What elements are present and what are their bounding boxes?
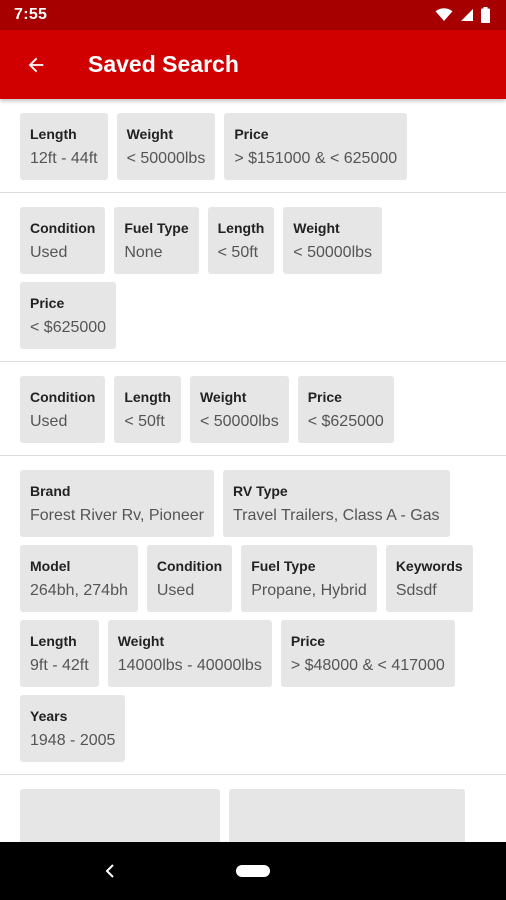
filter-value: Travel Trailers, Class A - Gas [232, 507, 440, 524]
filter-chip[interactable]: Price > $151000 & < 625000 [224, 113, 408, 180]
saved-search-item[interactable]: Length 12ft - 44ft Weight < 50000lbs Price… [0, 99, 506, 193]
filter-label: Weight [293, 220, 340, 236]
filter-value: < 50000lbs [126, 150, 206, 167]
filter-chip[interactable]: Price < $625000 [297, 376, 394, 443]
filter-label: Weight [126, 126, 173, 142]
filter-value: None [124, 244, 163, 261]
filter-chip[interactable]: Length < 50ft [114, 376, 181, 443]
filter-value: < 50ft [124, 413, 165, 430]
filter-chip[interactable]: Fuel Type None [114, 207, 199, 274]
filter-label: Weight [117, 633, 165, 649]
filter-value: Used [156, 582, 195, 599]
filter-value: 14000lbs - 40000lbs [117, 657, 262, 674]
filter-value: 1948 - 2005 [30, 732, 116, 749]
filter-value: < $625000 [307, 413, 384, 430]
filter-label: Condition [30, 389, 96, 405]
filter-label: RV Type [232, 483, 288, 499]
filter-chip[interactable] [20, 789, 220, 842]
arrow-left-icon [28, 57, 44, 72]
filter-chip[interactable]: Price > $48000 & < 417000 [280, 620, 455, 687]
filter-value: > $151000 & < 625000 [234, 150, 398, 167]
filter-label: Length [30, 126, 77, 142]
filter-label: Price [234, 126, 269, 142]
wifi-icon [435, 8, 453, 21]
filter-chip[interactable]: Keywords Sdsdf [385, 545, 473, 612]
filter-value: < 50ft [217, 244, 259, 261]
filter-label: Price [307, 389, 342, 405]
filter-label: Length [124, 389, 171, 405]
filter-value: Propane, Hybrid [251, 582, 367, 599]
filter-chip[interactable]: Years 1948 - 2005 [20, 695, 126, 762]
filter-chip[interactable]: Weight < 50000lbs [116, 113, 216, 180]
filter-label: Length [30, 633, 77, 649]
filter-chip[interactable]: Brand Forest River Rv, Pioneer [20, 470, 214, 537]
filter-label: Years [30, 708, 68, 724]
saved-search-list: Length 12ft - 44ft Weight < 50000lbs Price… [0, 99, 506, 842]
filter-chip[interactable]: Length 9ft - 42ft [20, 620, 99, 687]
filter-label: Brand [30, 483, 71, 499]
filter-value: Used [30, 244, 68, 261]
filter-label: Condition [156, 558, 223, 574]
nav-home-button[interactable] [236, 865, 270, 877]
chevron-left-icon [105, 864, 114, 878]
filter-label: Fuel Type [251, 558, 316, 574]
filter-chip[interactable]: Weight < 50000lbs [283, 207, 383, 274]
filter-label: Condition [30, 220, 96, 236]
filter-label: Length [217, 220, 265, 236]
filter-value: Sdsdf [395, 582, 437, 599]
saved-search-item-partial[interactable] [0, 775, 506, 842]
filter-value: 264bh, 274bh [30, 582, 128, 599]
filter-value: 9ft - 42ft [30, 657, 89, 674]
filter-chip[interactable]: Weight 14000lbs - 40000lbs [107, 620, 272, 687]
filter-chip[interactable]: Length < 50ft [207, 207, 275, 274]
filter-value: 12ft - 44ft [30, 150, 98, 167]
battery-icon [481, 7, 490, 23]
back-button[interactable] [14, 43, 58, 87]
filter-chip[interactable]: Condition Used [20, 376, 106, 443]
nav-back-button[interactable] [100, 859, 120, 883]
filter-label: Weight [199, 389, 247, 405]
status-bar: 7:55 [0, 0, 506, 30]
status-icons [435, 7, 490, 23]
status-time: 7:55 [14, 6, 48, 23]
filter-value: < 50000lbs [293, 244, 373, 261]
filter-chip[interactable]: Condition Used [20, 207, 106, 274]
filter-value: < $625000 [30, 319, 107, 336]
filter-label: Fuel Type [124, 220, 189, 236]
page-title: Saved Search [88, 51, 239, 77]
filter-chip[interactable]: RV Type Travel Trailers, Class A - Gas [222, 470, 450, 537]
filter-chip[interactable]: Weight < 50000lbs [189, 376, 289, 443]
filter-chip[interactable] [229, 789, 465, 842]
filter-chip[interactable]: Length 12ft - 44ft [20, 113, 108, 180]
app-bar: Saved Search [0, 30, 506, 99]
filter-value: < 50000lbs [199, 413, 279, 430]
filter-label: Model [30, 558, 71, 574]
filter-chip[interactable]: Model 264bh, 274bh [20, 545, 138, 612]
filter-chip[interactable]: Price < $625000 [20, 282, 117, 349]
filter-label: Price [290, 633, 326, 649]
filter-value: > $48000 & < 417000 [290, 657, 445, 674]
saved-search-item[interactable]: Condition Used Length < 50ft Weight < 50000… [0, 362, 506, 456]
navigation-bar [0, 842, 506, 900]
filter-chip[interactable]: Fuel Type Propane, Hybrid [241, 545, 377, 612]
signal-icon [461, 9, 473, 21]
saved-search-item[interactable]: Condition Used Fuel Type None Length < 50ft… [0, 193, 506, 362]
filter-label: Keywords [395, 558, 463, 574]
filter-value: Forest River Rv, Pioneer [30, 507, 204, 524]
filter-chip[interactable]: Condition Used [146, 545, 233, 612]
filter-value: Used [30, 413, 68, 430]
saved-search-item[interactable]: Brand Forest River Rv, Pioneer RV Type Tra… [0, 456, 506, 775]
filter-label: Price [30, 295, 65, 311]
